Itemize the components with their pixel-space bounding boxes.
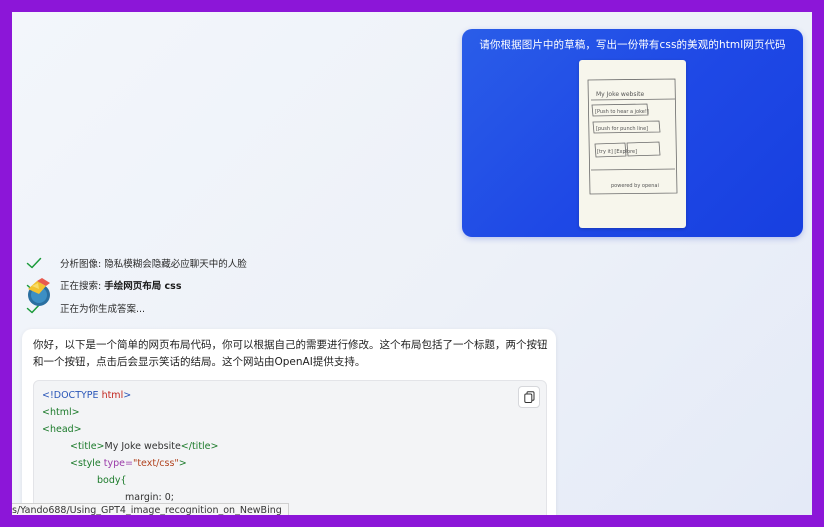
step-prefix: 正在搜索:: [60, 281, 105, 292]
search-query: 手绘网页布局 css: [104, 281, 182, 292]
step-text: 隐私模糊会隐藏必应聊天中的人脸: [104, 259, 247, 270]
code-line-head: <head>: [42, 424, 82, 435]
status-url-tooltip: s/Yando688/Using_GPT4_image_recognition_…: [12, 503, 289, 515]
sketch-button-2: [push for punch line]: [596, 126, 648, 132]
bing-avatar-icon: [28, 278, 50, 306]
user-message-text: 请你根据图片中的草稿，写出一份带有css的美观的html网页代码: [479, 39, 786, 51]
sketch-row: [try it] [Explore]: [597, 149, 637, 155]
code-line-html: <html>: [42, 407, 80, 418]
code-line-doctype: <!DOCTYPE html>: [42, 390, 132, 401]
copy-button[interactable]: [518, 386, 540, 408]
code-block: <!DOCTYPE html> <html> <head> <title>My …: [33, 380, 547, 515]
assistant-reply-text: 你好，以下是一个简单的网页布局代码，你可以根据自己的需要进行修改。这个布局包括了…: [33, 339, 548, 368]
sketch-button-1: [Push to hear a joke!]: [595, 109, 649, 115]
check-icon: [26, 257, 42, 269]
chat-viewport: 请你根据图片中的草稿，写出一份带有css的美观的html网页代码 My Joke…: [12, 12, 812, 515]
sketch-image[interactable]: My Joke website [Push to hear a joke!] […: [579, 60, 686, 228]
sketch-footer: powered by openai: [611, 183, 659, 189]
step-analyze-image: 分析图像: 隐私模糊会隐藏必应聊天中的人脸: [26, 255, 247, 271]
sketch-header: My Joke website: [596, 91, 644, 98]
code-line-style: <style type="text/css">: [70, 458, 187, 469]
code-line-title: <title>My Joke website</title>: [70, 441, 219, 452]
code-line-margin: margin: 0;: [125, 492, 174, 503]
step-text: 正在为你生成答案...: [60, 304, 146, 315]
code-line-body-selector: body{: [97, 475, 127, 486]
step-prefix: 分析图像:: [60, 259, 105, 270]
user-message-bubble: 请你根据图片中的草稿，写出一份带有css的美观的html网页代码 My Joke…: [462, 29, 803, 237]
copy-icon: [523, 391, 534, 403]
assistant-reply-card: 你好，以下是一个简单的网页布局代码，你可以根据自己的需要进行修改。这个布局包括了…: [22, 329, 556, 515]
